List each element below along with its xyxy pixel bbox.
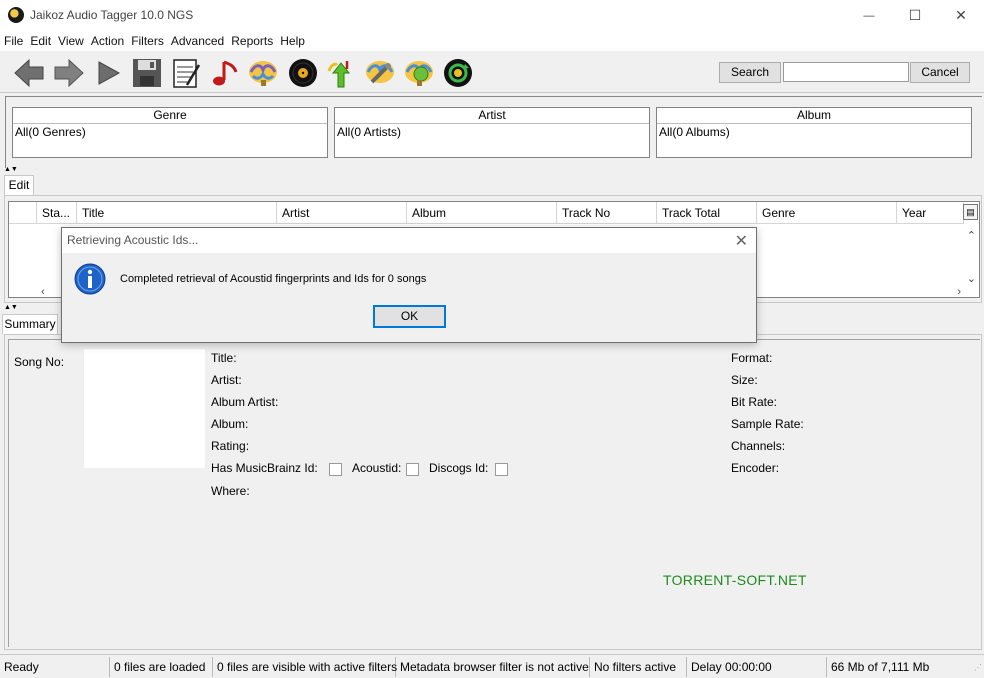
has-musicbrainz-label: Has MusicBrainz Id: (211, 461, 318, 475)
column-track-total[interactable]: Track Total (657, 202, 757, 224)
dialog-body: Completed retrieval of Acoustid fingerpr… (62, 253, 756, 342)
close-icon: ✕ (955, 7, 967, 23)
status-files-loaded: 0 files are loaded (110, 657, 213, 677)
artist-all-item[interactable]: All(0 Artists) (335, 124, 649, 140)
menu-action[interactable]: Action (87, 31, 127, 51)
row-number-column[interactable] (9, 202, 37, 224)
column-track-no[interactable]: Track No (557, 202, 657, 224)
menu-advanced[interactable]: Advanced (167, 31, 227, 51)
title-bar: Jaikoz Audio Tagger 10.0 NGS — ☐ ✕ (0, 0, 984, 31)
app-icon (8, 7, 24, 23)
album-artist-label: Album Artist: (211, 395, 279, 409)
search-input[interactable] (783, 62, 909, 82)
title-label: Title: (211, 351, 237, 365)
menu-reports[interactable]: Reports (227, 31, 276, 51)
metadata-browser: Genre All(0 Genres) Artist All(0 Artists… (5, 96, 982, 168)
dialog-message: Completed retrieval of Acoustid fingerpr… (120, 273, 427, 285)
brain-globe-icon[interactable] (402, 56, 436, 90)
upload-arrows-icon[interactable] (324, 56, 358, 90)
acoustid-checkbox[interactable] (406, 463, 419, 476)
tab-edit[interactable]: Edit (4, 175, 34, 195)
where-label: Where: (211, 484, 250, 498)
play-icon[interactable] (91, 56, 125, 90)
album-header: Album (657, 108, 971, 124)
music-note-icon[interactable] (208, 56, 242, 90)
discogs-checkbox[interactable] (495, 463, 508, 476)
rating-label: Rating: (211, 439, 250, 453)
column-genre[interactable]: Genre (757, 202, 897, 224)
table-header: Sta... Title Artist Album Track No Track… (9, 202, 964, 224)
column-status[interactable]: Sta... (37, 202, 77, 224)
column-chooser-icon[interactable]: ▤ (963, 204, 978, 220)
artwork-box[interactable] (84, 349, 205, 468)
minimize-button[interactable]: — (846, 0, 892, 31)
status-bar: Ready 0 files are loaded 0 files are vis… (0, 654, 984, 678)
menu-edit[interactable]: Edit (26, 31, 54, 51)
artist-label: Artist: (211, 373, 242, 387)
brain-icon[interactable] (246, 56, 280, 90)
bit-rate-label: Bit Rate: (731, 395, 778, 409)
scroll-left-icon[interactable]: ‹ (41, 286, 45, 298)
column-artist[interactable]: Artist (277, 202, 407, 224)
scroll-right-icon[interactable]: › (957, 286, 961, 298)
save-icon[interactable] (130, 56, 164, 90)
vinyl-cycle-icon[interactable] (441, 56, 475, 90)
search-button[interactable]: Search (719, 62, 781, 83)
encoder-label: Encoder: (731, 461, 780, 475)
artist-header: Artist (335, 108, 649, 124)
status-memory: 66 Mb of 7,111 Mb (831, 660, 930, 674)
brain-wrench-icon[interactable] (363, 56, 397, 90)
watermark-text: TORRENT-SOFT.NET (663, 572, 807, 588)
genre-all-item[interactable]: All(0 Genres) (13, 124, 327, 140)
sample-rate-label: Sample Rate: (731, 417, 804, 431)
maximize-icon: ☐ (908, 7, 922, 23)
maximize-button[interactable]: ☐ (892, 0, 938, 31)
genre-panel[interactable]: Genre All(0 Genres) (12, 107, 328, 158)
column-year[interactable]: Year (897, 202, 964, 224)
channels-label: Channels: (731, 439, 786, 453)
menu-help[interactable]: Help (276, 31, 308, 51)
status-metadata-filter: Metadata browser filter is not active (396, 657, 590, 677)
genre-header: Genre (13, 108, 327, 124)
menu-view[interactable]: View (54, 31, 87, 51)
info-icon (74, 263, 106, 295)
song-no-label: Song No: (14, 355, 65, 369)
format-label: Format: (731, 351, 773, 365)
acoustid-label: Acoustid: (352, 461, 402, 475)
vinyl-record-icon[interactable] (286, 56, 320, 90)
menu-filters[interactable]: Filters (127, 31, 167, 51)
column-title[interactable]: Title (77, 202, 277, 224)
close-button[interactable]: ✕ (938, 0, 984, 31)
status-ready: Ready (0, 657, 110, 677)
artist-panel[interactable]: Artist All(0 Artists) (334, 107, 650, 158)
ok-button[interactable]: OK (373, 305, 446, 328)
window-title: Jaikoz Audio Tagger 10.0 NGS (30, 8, 194, 22)
column-album[interactable]: Album (407, 202, 557, 224)
acoustid-dialog: Retrieving Acoustic Ids... ✕ Completed r… (61, 227, 757, 343)
splitter-arrows-icon[interactable]: ▲▼ (4, 304, 18, 311)
album-all-item[interactable]: All(0 Albums) (657, 124, 971, 140)
splitter-arrows-icon[interactable]: ▲▼ (4, 166, 18, 173)
notepad-icon[interactable] (169, 56, 203, 90)
scroll-down-icon[interactable]: ⌄ (967, 272, 976, 285)
tab-summary[interactable]: Summary (2, 314, 58, 334)
scroll-up-icon[interactable]: ⌃ (967, 229, 976, 242)
dialog-title: Retrieving Acoustic Ids... (67, 233, 199, 247)
menu-bar: File Edit View Action Filters Advanced R… (0, 31, 984, 51)
resize-grip-icon[interactable]: ⋰ (974, 663, 982, 672)
dialog-close-icon[interactable]: ✕ (735, 231, 748, 251)
status-filters: No filters active (590, 657, 687, 677)
cancel-button[interactable]: Cancel (910, 62, 970, 83)
album-label: Album: (211, 417, 249, 431)
menu-file[interactable]: File (0, 31, 26, 51)
back-arrow-icon[interactable] (12, 56, 46, 90)
musicbrainz-checkbox[interactable] (329, 463, 342, 476)
forward-arrow-icon[interactable] (52, 56, 86, 90)
status-delay: Delay 00:00:00 (687, 657, 827, 677)
album-panel[interactable]: Album All(0 Albums) (656, 107, 972, 158)
minimize-icon: — (863, 9, 875, 22)
size-label: Size: (731, 373, 758, 387)
discogs-label: Discogs Id: (429, 461, 489, 475)
status-files-visible: 0 files are visible with active filters (213, 657, 397, 677)
